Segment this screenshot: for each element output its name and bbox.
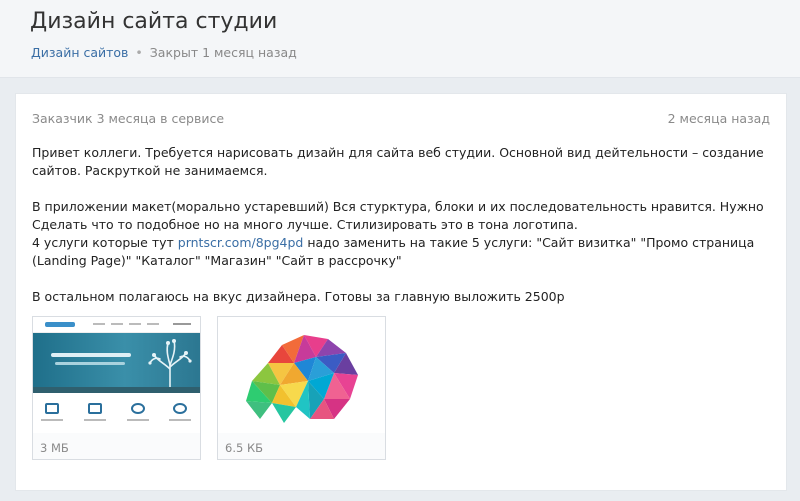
- separator-dot: •: [135, 45, 143, 60]
- page-title: Дизайн сайта студии: [30, 9, 278, 34]
- colorful-logo-thumbnail: [218, 317, 385, 433]
- attachment-size: 3 МБ: [40, 441, 69, 455]
- category-link[interactable]: Дизайн сайтов: [31, 45, 128, 60]
- project-meta: Дизайн сайтов • Закрыт 1 месяц назад: [31, 45, 297, 60]
- posted-time: 2 месяца назад: [667, 111, 770, 126]
- attachment-size: 6.5 КБ: [225, 441, 263, 455]
- description-paragraph: В приложении макет(морально устаревший) …: [32, 199, 764, 232]
- attachment-website-mockup[interactable]: 3 МБ: [32, 316, 201, 460]
- text-fragment: 4 услуги которые тут: [32, 235, 178, 250]
- customer-info: Заказчик 3 месяца в сервисе: [32, 111, 225, 126]
- attachment-logo[interactable]: 6.5 КБ: [217, 316, 386, 460]
- card-header: Заказчик 3 месяца в сервисе 2 месяца наз…: [32, 111, 770, 127]
- project-status: Закрыт 1 месяц назад: [149, 45, 297, 60]
- page-header: Дизайн сайта студии Дизайн сайтов • Закрыт…: [0, 0, 800, 78]
- website-mockup-thumbnail: [33, 317, 200, 433]
- description-paragraph: Привет коллеги. Требуется нарисовать диз…: [32, 145, 764, 178]
- screenshot-link[interactable]: prntscr.com/8pg4pd: [178, 235, 304, 250]
- description-paragraph: В остальном полагаюсь на вкус дизайнера.…: [32, 289, 565, 304]
- project-description: Привет коллеги. Требуется нарисовать диз…: [32, 144, 772, 306]
- project-card: Заказчик 3 месяца в сервисе 2 месяца наз…: [15, 93, 787, 491]
- description-paragraph: 4 услуги которые тут prntscr.com/8pg4pd …: [32, 234, 772, 270]
